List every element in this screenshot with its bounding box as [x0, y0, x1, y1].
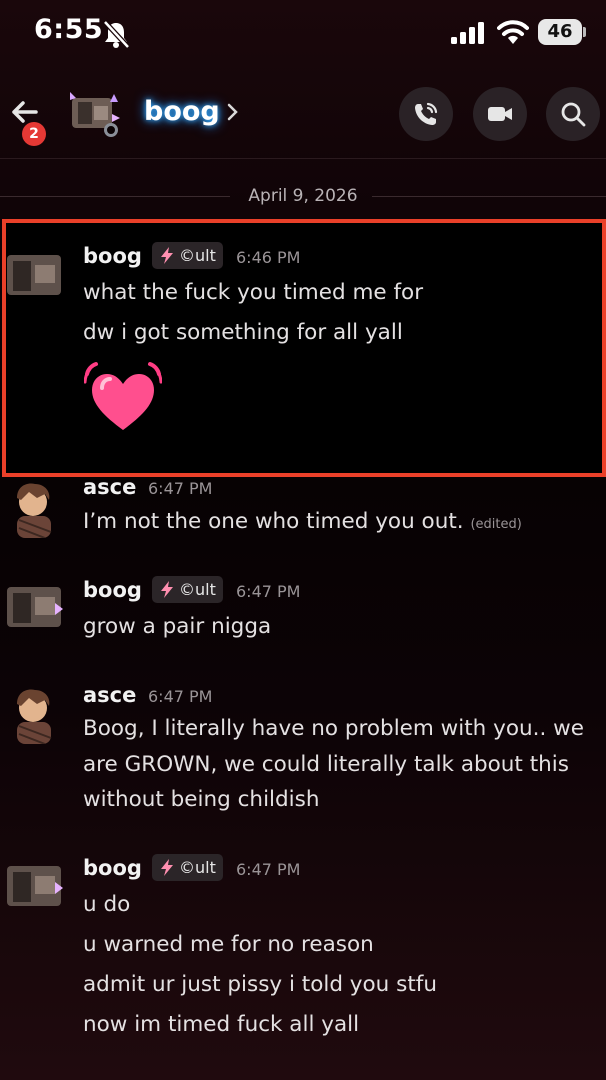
role-tag-label: ©ult	[179, 858, 216, 877]
message-timestamp: 6:46 PM	[236, 248, 301, 267]
offline-status-dot	[104, 123, 118, 137]
video-call-button[interactable]	[473, 87, 527, 141]
channel-name[interactable]: boog	[144, 96, 220, 127]
message-text: u warned me for no reason	[83, 932, 374, 957]
message-text: grow a pair nigga	[83, 614, 272, 639]
chevron-right-icon[interactable]	[226, 100, 240, 124]
message-text: u do	[83, 892, 131, 917]
bell-slash-icon	[103, 20, 130, 48]
chat-screen: 6:55 46 2 boog April 9, 2026 boog ©ult 6…	[0, 0, 606, 1080]
avatar[interactable]	[5, 686, 63, 744]
message-text: Boog, I literally have no problem with y…	[83, 716, 584, 741]
message-text: I’m not the one who timed you out. (edit…	[83, 509, 522, 534]
message-timestamp: 6:47 PM	[148, 479, 213, 498]
battery-indicator: 46	[538, 19, 582, 45]
lightning-bolt-icon	[161, 581, 173, 598]
search-button[interactable]	[546, 87, 600, 141]
message-text: what the fuck you timed me for	[83, 280, 424, 305]
phone-call-icon	[415, 102, 438, 125]
voice-call-button[interactable]	[399, 87, 453, 141]
edited-label: (edited)	[470, 517, 522, 532]
avatar[interactable]	[5, 480, 63, 538]
message-timestamp: 6:47 PM	[148, 687, 213, 706]
battery-cap	[583, 27, 586, 37]
message-text: are GROWN, we could literally talk about…	[83, 752, 569, 777]
role-tag-label: ©ult	[179, 580, 216, 599]
role-tag[interactable]: ©ult	[152, 854, 223, 881]
lightning-bolt-icon	[161, 247, 173, 264]
message-author[interactable]: boog	[83, 578, 142, 602]
role-tag-label: ©ult	[179, 246, 216, 265]
message-text: without being childish	[83, 787, 320, 812]
heart-emoji	[84, 362, 162, 430]
message-text: now im timed fuck all yall	[83, 1012, 360, 1037]
avatar[interactable]	[5, 247, 63, 305]
status-time: 6:55	[34, 14, 104, 45]
message-text: dw i got something for all yall	[83, 320, 403, 345]
message-author[interactable]: asce	[83, 683, 136, 707]
signal-icon	[451, 22, 484, 44]
unread-badge: 2	[22, 122, 46, 146]
role-tag[interactable]: ©ult	[152, 576, 223, 603]
header-divider	[0, 158, 606, 159]
video-camera-icon	[488, 107, 512, 121]
message-text-content: I’m not the one who timed you out.	[83, 509, 464, 534]
avatar[interactable]	[5, 858, 63, 916]
message-timestamp: 6:47 PM	[236, 582, 301, 601]
message-timestamp: 6:47 PM	[236, 860, 301, 879]
search-icon	[561, 102, 586, 127]
lightning-bolt-icon	[161, 859, 173, 876]
message-author[interactable]: boog	[83, 244, 142, 268]
message-author[interactable]: asce	[83, 475, 136, 499]
message-text: admit ur just pissy i told you stfu	[83, 972, 437, 997]
wifi-icon	[497, 20, 529, 44]
role-tag[interactable]: ©ult	[152, 242, 223, 269]
avatar[interactable]	[5, 579, 63, 637]
date-separator: April 9, 2026	[248, 186, 358, 206]
message-author[interactable]: boog	[83, 856, 142, 880]
